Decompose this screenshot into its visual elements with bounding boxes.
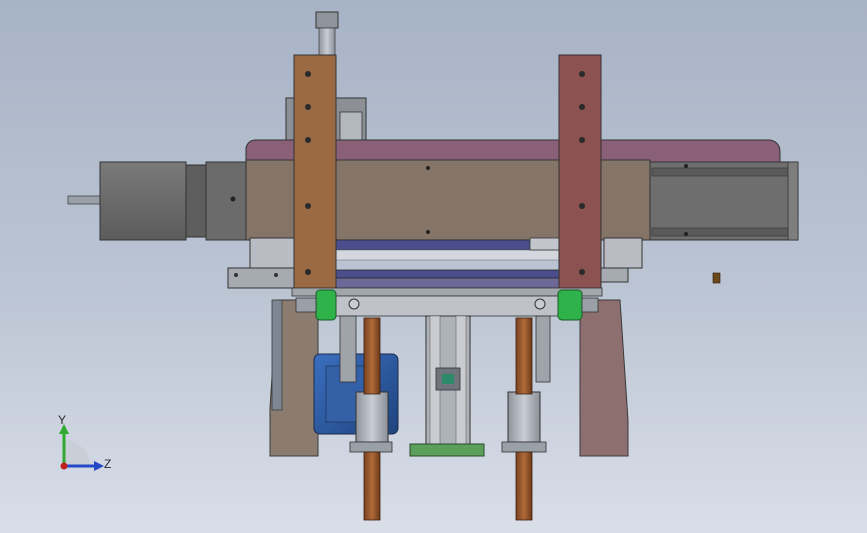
y-axis-label: Y: [58, 413, 66, 427]
side-bracket-left: [227, 237, 299, 289]
axis-triad: Y Z: [58, 413, 111, 471]
belt-rails: [333, 239, 561, 289]
origin-marker: [60, 462, 68, 470]
side-plate-left: [293, 54, 337, 289]
top-adjust-bolt: [315, 11, 339, 59]
side-plate-right: [558, 54, 602, 289]
right-stand-leg: [579, 299, 629, 457]
cad-viewport[interactable]: Y Z: [0, 0, 867, 533]
cad-model-assembly[interactable]: [0, 0, 867, 533]
drive-motor-left: [67, 161, 249, 241]
lower-frame: [291, 287, 603, 317]
left-stand-leg: [269, 299, 319, 457]
central-guide-column: [409, 315, 485, 457]
z-axis-label: Z: [104, 457, 111, 471]
floating-fastener: [712, 272, 721, 284]
z-axis-arrow: [94, 461, 104, 471]
linear-module-right: [647, 161, 799, 241]
